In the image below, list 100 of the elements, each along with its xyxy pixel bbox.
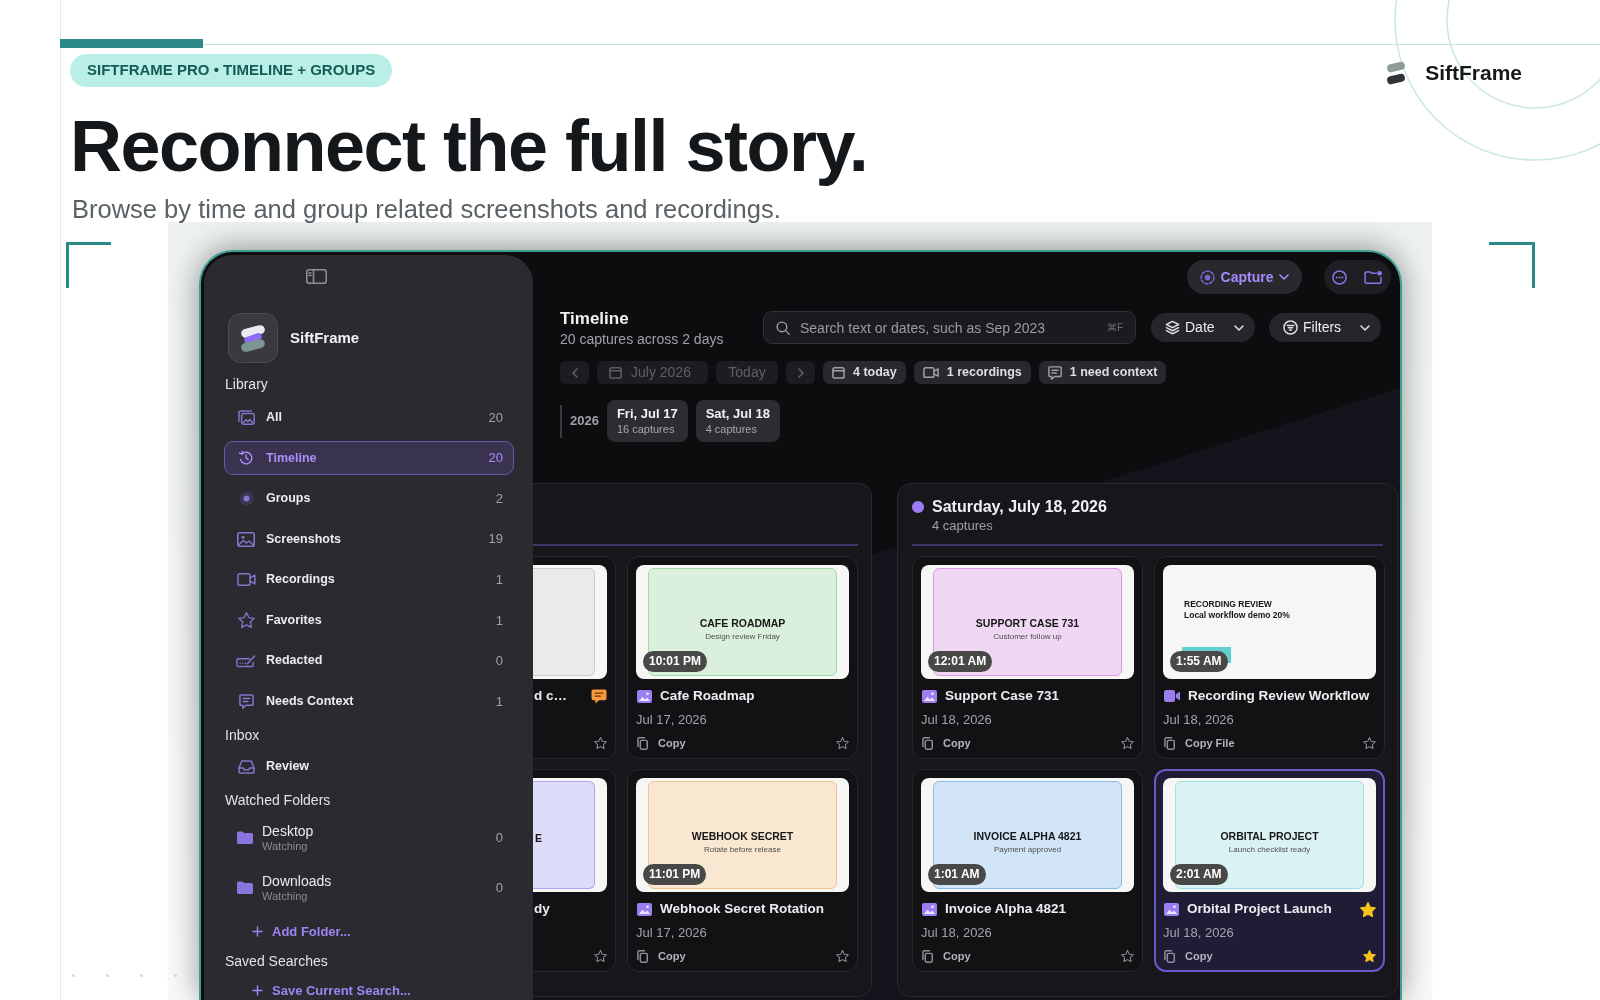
capture-thumbnail[interactable]: ORBITAL PROJECT Launch checklist ready 2:01 AM <box>1163 778 1376 892</box>
photo-stack-icon <box>237 409 255 425</box>
frame-subtitle: Local workflow demo 20% <box>1184 610 1290 621</box>
capture-title: Cafe Roadmap <box>660 687 755 705</box>
image-icon <box>637 689 652 703</box>
capture-card[interactable]: d c… <box>533 556 616 759</box>
chevron-right-icon <box>797 367 804 378</box>
copy-button[interactable]: Copy <box>921 734 971 752</box>
sidebar-item[interactable]: Timeline 20 <box>224 440 514 475</box>
copy-icon <box>922 949 933 963</box>
section-header: Inbox <box>224 725 260 745</box>
capture-thumbnail[interactable]: INVOICE ALPHA 4821 Payment approved 1:01 AM <box>921 778 1134 892</box>
capture-title: Support Case 731 <box>945 687 1060 705</box>
video-camera-icon <box>922 367 939 378</box>
corner-bracket <box>66 242 111 288</box>
filter-chip[interactable]: 4 today <box>823 361 906 384</box>
capture-card[interactable]: ORBITAL PROJECT Launch checklist ready 2:01 AM Orbital Project Launch Jul 18, 2026 Copy <box>1154 769 1385 972</box>
copy-icon <box>1164 949 1175 963</box>
copy-button[interactable]: Copy <box>921 947 971 965</box>
sort-dropdown[interactable]: Date <box>1151 313 1255 342</box>
capture-card[interactable]: E dy <box>533 769 616 972</box>
sidebar-item[interactable]: Desktop Watching 0 <box>224 815 514 860</box>
image-icon <box>637 902 652 916</box>
page-heading: Reconnect the full story. <box>70 106 868 186</box>
star-icon[interactable] <box>836 950 849 962</box>
save-search-button[interactable]: Save Current Search... <box>252 982 411 999</box>
document-subtitle: Rotate before release <box>704 844 781 855</box>
capture-date: Jul 18, 2026 <box>1163 712 1234 728</box>
copy-icon <box>637 949 648 963</box>
sidebar-item[interactable]: Groups 2 <box>224 481 514 516</box>
capture-date: Jul 17, 2026 <box>636 712 707 728</box>
sidebar-item[interactable]: Review <box>224 749 514 784</box>
chevron-down-icon <box>1360 324 1370 331</box>
search-icon <box>776 321 790 335</box>
sidebar-item[interactable]: Needs Context 1 <box>224 684 514 719</box>
filter-chip[interactable]: 1 recordings <box>913 361 1031 384</box>
capture-title: Recording Review Workflow <box>1188 687 1370 705</box>
star-icon[interactable] <box>836 737 849 749</box>
capture-title: Invoice Alpha 4821 <box>945 900 1067 918</box>
capture-date: Jul 18, 2026 <box>921 712 992 728</box>
capture-thumbnail[interactable]: WEBHOOK SECRET Rotate before release 11:01 PM <box>636 778 849 892</box>
document-title: CAFE ROADMAP <box>699 616 786 630</box>
day-title: Saturday, July 18, 2026 <box>932 497 1107 517</box>
copy-icon <box>637 736 648 750</box>
folder-badge-icon[interactable] <box>1364 269 1383 285</box>
document-title: ORBITAL PROJECT <box>1220 829 1319 843</box>
star-icon[interactable] <box>594 950 607 962</box>
view-title: Timeline <box>560 307 629 330</box>
day-count: 4 captures <box>932 518 993 534</box>
copy-button[interactable]: Copy <box>636 947 686 965</box>
image-icon <box>922 902 937 916</box>
sidebar-toggle-icon[interactable] <box>306 269 327 284</box>
capture-thumbnail[interactable]: E <box>533 778 607 892</box>
star-icon[interactable] <box>1363 737 1376 749</box>
filter-chip[interactable]: 1 need context <box>1038 361 1167 384</box>
star-icon[interactable] <box>1121 950 1134 962</box>
copy-button[interactable]: Copy <box>1163 947 1213 965</box>
copy-icon <box>1164 736 1175 750</box>
app-logo-icon <box>228 313 278 363</box>
chevron-down-icon <box>1234 324 1244 331</box>
copy-button[interactable]: Copy <box>636 734 686 752</box>
capture-card[interactable]: CAFE ROADMAP Design review Friday 10:01 PM Cafe Roadmap Jul 17, 2026 Copy <box>627 556 858 759</box>
plus-icon <box>252 985 263 997</box>
image-icon <box>1164 902 1179 916</box>
capture-thumbnail[interactable]: RECORDING REVIEW Local workflow demo 20% 1:55 AM <box>1163 565 1376 679</box>
time-badge: 12:01 AM <box>928 651 993 672</box>
document-subtitle: Payment approved <box>993 844 1062 855</box>
capture-card[interactable]: RECORDING REVIEW Local workflow demo 20% 1:55 AM Recording Review Workflow Jul 18, 2026 Copy File <box>1154 556 1385 759</box>
capture-card[interactable]: WEBHOOK SECRET Rotate before release 11:01 PM Webhook Secret Rotation Jul 17, 2026 Copy <box>627 769 858 972</box>
copy-button[interactable]: Copy File <box>1163 734 1235 752</box>
capture-button[interactable]: Capture <box>1187 260 1302 294</box>
section-header: Library <box>224 375 268 394</box>
capture-card[interactable]: SUPPORT CASE 731 Customer follow up 12:01 AM Support Case 731 Jul 18, 2026 Copy <box>912 556 1143 759</box>
plus-icon <box>252 926 263 938</box>
star-icon[interactable] <box>1121 737 1134 749</box>
more-icon[interactable] <box>1332 269 1347 285</box>
day-chip[interactable]: Sat, Jul 18 4 captures <box>695 400 780 442</box>
chevron-down-icon <box>1279 274 1290 280</box>
sidebar-item[interactable]: Recordings 1 <box>224 562 514 597</box>
document-subtitle: Launch checklist ready <box>1228 844 1311 855</box>
day-chip[interactable]: Fri, Jul 17 16 captures <box>606 400 688 442</box>
capture-card[interactable]: INVOICE ALPHA 4821 Payment approved 1:01 AM Invoice Alpha 4821 Jul 18, 2026 Copy <box>912 769 1143 972</box>
document-title: E <box>535 831 542 845</box>
section-header: Saved Searches <box>224 951 328 971</box>
document-title: INVOICE ALPHA 4821 <box>973 829 1082 843</box>
section-header: Watched Folders <box>224 790 331 810</box>
add-folder-button[interactable]: Add Folder... <box>252 923 351 940</box>
star-icon[interactable] <box>1363 950 1376 962</box>
sidebar-item[interactable]: Favorites 1 <box>224 603 514 638</box>
star-icon[interactable] <box>1360 901 1376 917</box>
star-icon[interactable] <box>594 737 607 749</box>
capture-thumbnail[interactable]: SUPPORT CASE 731 Customer follow up 12:01 AM <box>921 565 1134 679</box>
sidebar-item[interactable]: Downloads Watching 0 <box>224 865 514 910</box>
capture-thumbnail[interactable] <box>533 565 607 679</box>
filter-dropdown[interactable]: Filters <box>1269 313 1381 342</box>
shortcut-hint: ⌘F <box>1106 321 1123 334</box>
sidebar-item[interactable]: Screenshots 19 <box>224 522 514 557</box>
sidebar-item[interactable]: All 20 <box>224 400 514 435</box>
sidebar-item[interactable]: Redacted 0 <box>224 643 514 678</box>
capture-thumbnail[interactable]: CAFE ROADMAP Design review Friday 10:01 PM <box>636 565 849 679</box>
